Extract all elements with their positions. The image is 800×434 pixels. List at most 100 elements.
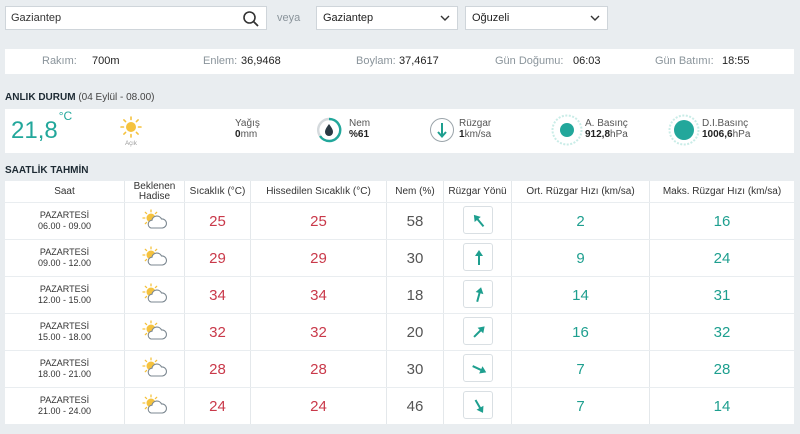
rakim-value: 700m xyxy=(92,55,120,67)
max-wind-cell: 28 xyxy=(649,351,794,387)
row-time: 06.00 - 09.00 xyxy=(37,221,92,231)
col-nem: Nem (%) xyxy=(386,181,443,202)
precipitation-label: Yağış xyxy=(235,118,260,129)
sea-pressure-block: D.I.Basınç 1006,6hPa xyxy=(702,118,750,140)
condition-cell xyxy=(124,240,184,276)
sunrise-label: Gün Doğumu: xyxy=(495,55,564,67)
partly-cloudy-icon xyxy=(141,393,167,414)
surface-pressure-label: A. Basınç xyxy=(585,118,628,129)
current-temperature: 21,8°C xyxy=(11,109,72,145)
row-time: 15.00 - 18.00 xyxy=(37,332,92,342)
rakim-label: Rakım: xyxy=(42,55,77,67)
humidity-cell: 58 xyxy=(386,203,443,239)
sea-pressure-value: 1006,6 xyxy=(702,129,733,140)
wind-direction xyxy=(462,316,493,345)
pressure-icon xyxy=(551,114,583,146)
partly-cloudy-icon xyxy=(141,282,167,303)
search-icon[interactable] xyxy=(242,10,260,28)
pressure-icon xyxy=(668,114,700,146)
forecast-row: PAZARTESİ 21.00 - 24.00 24 24 46 7 14 xyxy=(5,388,794,424)
condition-cell xyxy=(124,351,184,387)
wind-direction xyxy=(462,242,493,271)
avg-wind-cell: 2 xyxy=(511,203,649,239)
partly-cloudy-icon xyxy=(141,356,167,377)
time-cell: PAZARTESİ 18.00 - 21.00 xyxy=(5,351,124,387)
location-info-bar: Rakım: 700m Enlem: 36,9468 Boylam: 37,46… xyxy=(5,49,794,74)
province-select-value: Gaziantep xyxy=(323,12,374,24)
wind-direction xyxy=(462,205,493,234)
province-select[interactable]: Gaziantep xyxy=(316,6,458,30)
current-conditions-title: ANLIK DURUM (04 Eylül - 08.00) xyxy=(5,92,154,103)
max-wind-cell: 14 xyxy=(649,388,794,424)
humidity-value: %61 xyxy=(349,129,370,140)
temperature-unit: °C xyxy=(58,109,73,123)
condition-cell xyxy=(124,203,184,239)
wind-arrow-icon xyxy=(430,118,454,142)
boylam-label: Boylam: xyxy=(356,55,396,67)
col-sicaklik: Sıcaklık (°C) xyxy=(184,181,250,202)
feels-cell: 32 xyxy=(250,314,386,350)
wind-block: Rüzgar 1km/sa xyxy=(459,118,491,140)
row-day: PAZARTESİ xyxy=(39,358,90,368)
temp-cell: 32 xyxy=(184,314,250,350)
wind-direction xyxy=(462,353,493,382)
current-subtitle: (04 Eylül - 08.00) xyxy=(78,92,155,103)
humidity-cell: 46 xyxy=(386,388,443,424)
condition-label: Açık xyxy=(125,141,137,147)
sun-icon xyxy=(120,116,142,138)
col-hadise: Beklenen Hadise xyxy=(124,181,184,202)
precipitation-block: Yağış 0mm xyxy=(235,118,260,140)
wind-direction xyxy=(462,279,493,308)
time-cell: PAZARTESİ 12.00 - 15.00 xyxy=(5,277,124,313)
current-conditions-panel: 21,8°C Açık Yağış 0mm Nem %61 Rüzgar 1km… xyxy=(5,109,794,153)
enlem-label: Enlem: xyxy=(203,55,238,67)
max-wind-cell: 32 xyxy=(649,314,794,350)
wind-arrow-icon xyxy=(471,364,486,373)
col-hissedilen: Hissedilen Sıcaklık (°C) xyxy=(250,181,386,202)
enlem-value: 36,9468 xyxy=(241,55,281,67)
condition-cell xyxy=(124,277,184,313)
wind-arrow-icon xyxy=(474,398,483,413)
partly-cloudy-icon xyxy=(141,319,167,340)
chevron-down-icon xyxy=(440,15,450,21)
wind-label: Rüzgar xyxy=(459,118,492,129)
max-wind-cell: 16 xyxy=(649,203,794,239)
surface-pressure-block: A. Basınç 912,8hPa xyxy=(585,118,628,140)
time-cell: PAZARTESİ 09.00 - 12.00 xyxy=(5,240,124,276)
temperature-value: 21,8 xyxy=(11,117,58,144)
avg-wind-cell: 7 xyxy=(511,388,649,424)
humidity-cell: 20 xyxy=(386,314,443,350)
wind-unit: km/sa xyxy=(464,129,492,140)
condition-cell xyxy=(124,388,184,424)
search-input[interactable] xyxy=(6,7,234,29)
humidity-label: Nem xyxy=(349,118,371,129)
wind-dir-cell xyxy=(443,388,511,424)
avg-wind-cell: 9 xyxy=(511,240,649,276)
partly-cloudy-icon xyxy=(141,245,167,266)
wind-arrow-icon xyxy=(473,214,484,227)
forecast-title: SAATLİK TAHMİN xyxy=(5,165,89,176)
forecast-header-row: Saat Beklenen Hadise Sıcaklık (°C) Hisse… xyxy=(5,181,794,202)
time-cell: PAZARTESİ 06.00 - 09.00 xyxy=(5,203,124,239)
col-maks: Maks. Rüzgar Hızı (km/sa) xyxy=(649,181,794,202)
boylam-value: 37,4617 xyxy=(399,55,439,67)
forecast-row: PAZARTESİ 15.00 - 18.00 32 32 20 16 32 xyxy=(5,314,794,350)
max-wind-cell: 24 xyxy=(649,240,794,276)
max-wind-cell: 31 xyxy=(649,277,794,313)
wind-dir-cell xyxy=(443,203,511,239)
temp-cell: 28 xyxy=(184,351,250,387)
sunset-label: Gün Batımı: xyxy=(655,55,714,67)
col-saat: Saat xyxy=(5,181,124,202)
humidity-cell: 18 xyxy=(386,277,443,313)
avg-wind-cell: 14 xyxy=(511,277,649,313)
feels-cell: 25 xyxy=(250,203,386,239)
time-cell: PAZARTESİ 21.00 - 24.00 xyxy=(5,388,124,424)
district-select[interactable]: Oğuzeli xyxy=(465,6,608,30)
humidity-cell: 30 xyxy=(386,240,443,276)
wind-arrow-icon xyxy=(475,286,483,302)
wind-dir-cell xyxy=(443,277,511,313)
row-time: 09.00 - 12.00 xyxy=(37,258,92,268)
avg-wind-cell: 7 xyxy=(511,351,649,387)
temp-cell: 29 xyxy=(184,240,250,276)
search-box[interactable] xyxy=(5,6,267,30)
